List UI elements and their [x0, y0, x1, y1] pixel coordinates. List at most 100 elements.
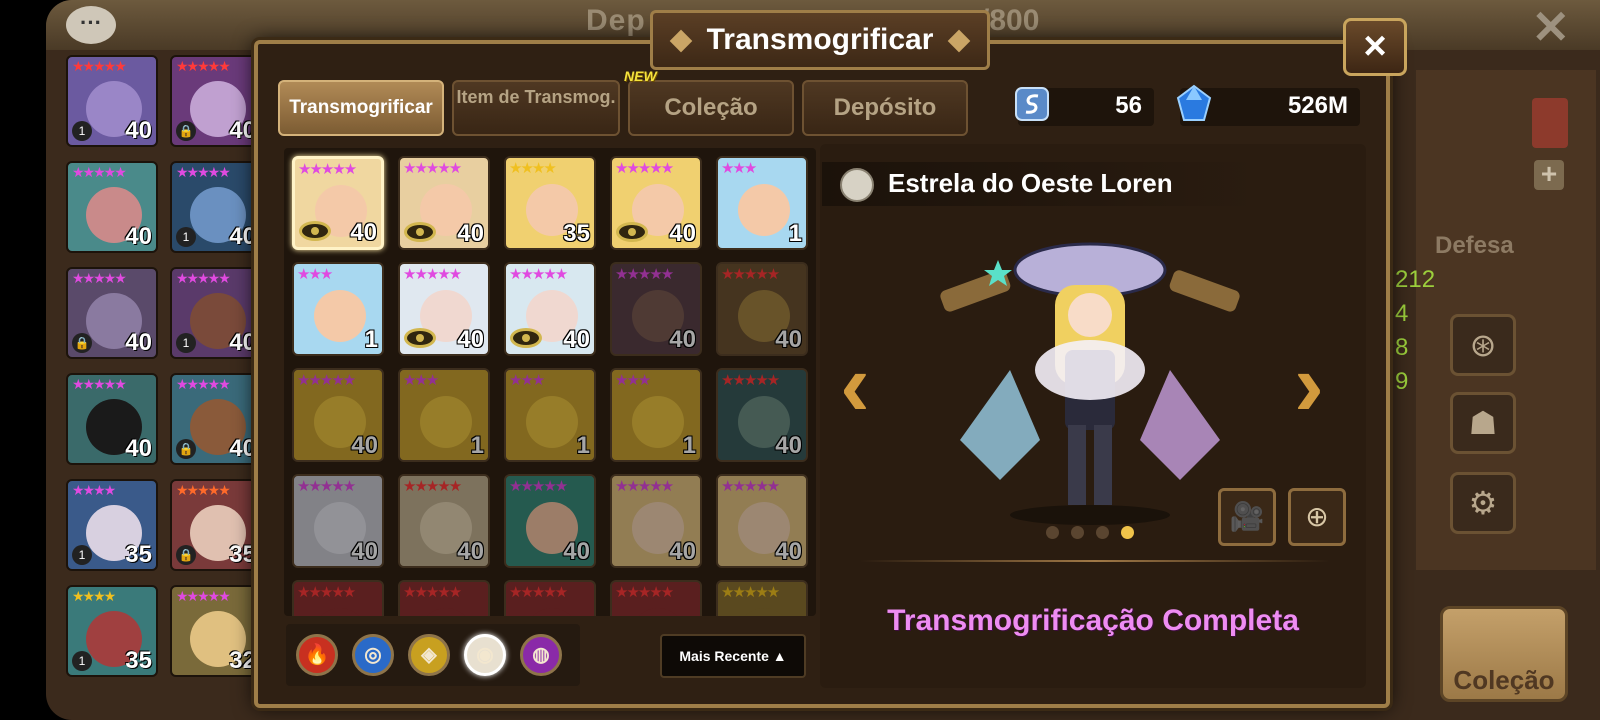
monster-cell[interactable]: ★★★★ 35: [504, 156, 596, 250]
monster-cell[interactable]: ★★★★★ 40: [292, 368, 384, 462]
monster-tile: ★★★★★ 🔒 40: [170, 55, 262, 147]
eye-icon: [299, 221, 331, 241]
rune-icon: ⊛: [1450, 314, 1516, 376]
monster-cell[interactable]: ★★★ 1: [716, 156, 808, 250]
monster-level: 40: [229, 329, 256, 356]
monster-portrait: [632, 608, 684, 616]
monster-cell[interactable]: ★★★★★: [398, 580, 490, 616]
monster-cell[interactable]: ★★★★★ 40: [716, 474, 808, 568]
tab-deposit[interactable]: Depósito: [802, 80, 968, 136]
divider: [860, 560, 1330, 562]
monster-cell[interactable]: ★★★★★ 40: [610, 474, 702, 568]
monster-level: 40: [457, 538, 484, 565]
monster-cell[interactable]: ★★★★★ 40: [504, 262, 596, 356]
monster-cell[interactable]: ★★★★★ 40: [292, 156, 384, 250]
monster-badge: 1: [72, 651, 92, 671]
video-camera-icon[interactable]: 🎥: [1218, 488, 1276, 546]
monster-level: 1: [576, 432, 590, 459]
monster-level: 40: [125, 329, 152, 356]
monster-cell[interactable]: ★★★★★ 40: [716, 262, 808, 356]
star-rating: ★★★★★: [403, 478, 462, 495]
monster-cell[interactable]: ★★★★★ 40: [398, 156, 490, 250]
close-button[interactable]: ×: [1343, 18, 1407, 76]
monster-cell[interactable]: ★★★★★: [504, 580, 596, 616]
star-rating: ★★★★★: [298, 161, 357, 178]
monster-cell[interactable]: ★★★ 1: [610, 368, 702, 462]
zoom-in-icon[interactable]: ⊕: [1288, 488, 1346, 546]
tab-collection[interactable]: Coleção: [628, 80, 794, 136]
tab-label: Depósito: [833, 94, 937, 121]
star-rating: ★★★★★: [72, 270, 127, 286]
page-dot: [1046, 526, 1059, 539]
sort-button[interactable]: Mais Recente ▲: [660, 634, 806, 678]
monster-level: 40: [775, 538, 802, 565]
star-rating: ★★★★: [72, 482, 116, 498]
monster-cell[interactable]: ★★★★★ 40: [716, 368, 808, 462]
fire-element-icon[interactable]: 🔥: [296, 634, 338, 676]
monster-level: 40: [125, 117, 152, 144]
light-element-icon[interactable]: ◉: [464, 634, 506, 676]
previous-arrow-icon[interactable]: ‹: [840, 340, 870, 430]
star-rating: ★★★★★: [176, 58, 231, 74]
star-rating: ★★★★★: [615, 478, 674, 495]
star-rating: ★★★: [509, 372, 545, 389]
water-element-icon[interactable]: ◎: [352, 634, 394, 676]
star-rating: ★★★★★: [297, 478, 356, 495]
star-rating: ★★★★★: [72, 376, 127, 392]
monster-cell[interactable]: ★★★★★: [716, 580, 808, 616]
monster-cell[interactable]: ★★★ 1: [398, 368, 490, 462]
monster-cell[interactable]: ★★★★★ 40: [610, 156, 702, 250]
monster-level: 1: [788, 220, 802, 247]
monster-badge: 🔒: [176, 545, 196, 565]
tab-label: Item de Transmog.: [456, 87, 616, 107]
star-rating: ★★★★★: [297, 584, 356, 601]
monster-tile: ★★★★ 1 35: [66, 479, 158, 571]
stat-value: 212: [1395, 266, 1436, 293]
eye-icon: [404, 222, 436, 242]
monster-level: 1: [364, 326, 378, 353]
monster-cell[interactable]: ★★★ 1: [504, 368, 596, 462]
monster-level: 1: [682, 432, 696, 459]
monster-cell[interactable]: ★★★★★: [292, 580, 384, 616]
monster-cell[interactable]: ★★★ 1: [292, 262, 384, 356]
monster-level: 40: [457, 326, 484, 353]
wind-element-icon[interactable]: ◈: [408, 634, 450, 676]
new-badge: NEW: [624, 68, 657, 84]
monster-level: 35: [125, 541, 152, 568]
monster-portrait: [420, 396, 472, 448]
star-rating: ★★★★★: [615, 160, 674, 177]
stat-value: 8: [1395, 334, 1409, 361]
monster-cell[interactable]: ★★★★★ 40: [610, 262, 702, 356]
monster-tile: ★★★★★ 32: [170, 585, 262, 677]
next-arrow-icon[interactable]: ›: [1294, 340, 1324, 430]
background-close-icon: ✕: [1531, 1, 1570, 53]
monster-cell[interactable]: ★★★★★ 40: [504, 474, 596, 568]
character-portrait: [940, 242, 1240, 525]
monster-level: 40: [775, 432, 802, 459]
monster-level: 40: [457, 220, 484, 247]
monster-tile: ★★★★ 1 35: [66, 585, 158, 677]
monster-level: 40: [125, 435, 152, 462]
stat-value: 4: [1395, 300, 1409, 327]
page-indicator: [1046, 526, 1146, 544]
star-rating: ★★★★★: [509, 478, 568, 495]
tab-transmog-item[interactable]: Item de Transmog.: [452, 80, 620, 136]
monster-level: 40: [669, 538, 696, 565]
monster-cell[interactable]: ★★★★★: [610, 580, 702, 616]
monster-portrait: [314, 290, 366, 342]
star-rating: ★★★★: [72, 588, 116, 604]
chat-icon[interactable]: ···: [66, 6, 116, 44]
plus-icon: +: [1534, 160, 1564, 190]
monster-grid: ★★★★★ 40 ★★★★★ 40 ★★★★ 35 ★★★★★ 40 ★★★ 1 ★★★ 1 ★★★★★…: [284, 148, 816, 616]
monster-badge: 1: [176, 333, 196, 353]
dark-element-icon[interactable]: ◍: [520, 634, 562, 676]
monster-cell[interactable]: ★★★★★ 40: [398, 474, 490, 568]
tab-transmogrificar[interactable]: Transmogrificar: [278, 80, 444, 136]
monster-cell[interactable]: ★★★★★ 40: [292, 474, 384, 568]
star-rating: ★★★★★: [176, 376, 231, 392]
monster-cell[interactable]: ★★★★★ 40: [398, 262, 490, 356]
monster-level: 40: [229, 223, 256, 250]
star-rating: ★★★: [403, 372, 439, 389]
light-element-icon: [840, 168, 874, 202]
monster-tile: ★★★★★ 40: [66, 161, 158, 253]
